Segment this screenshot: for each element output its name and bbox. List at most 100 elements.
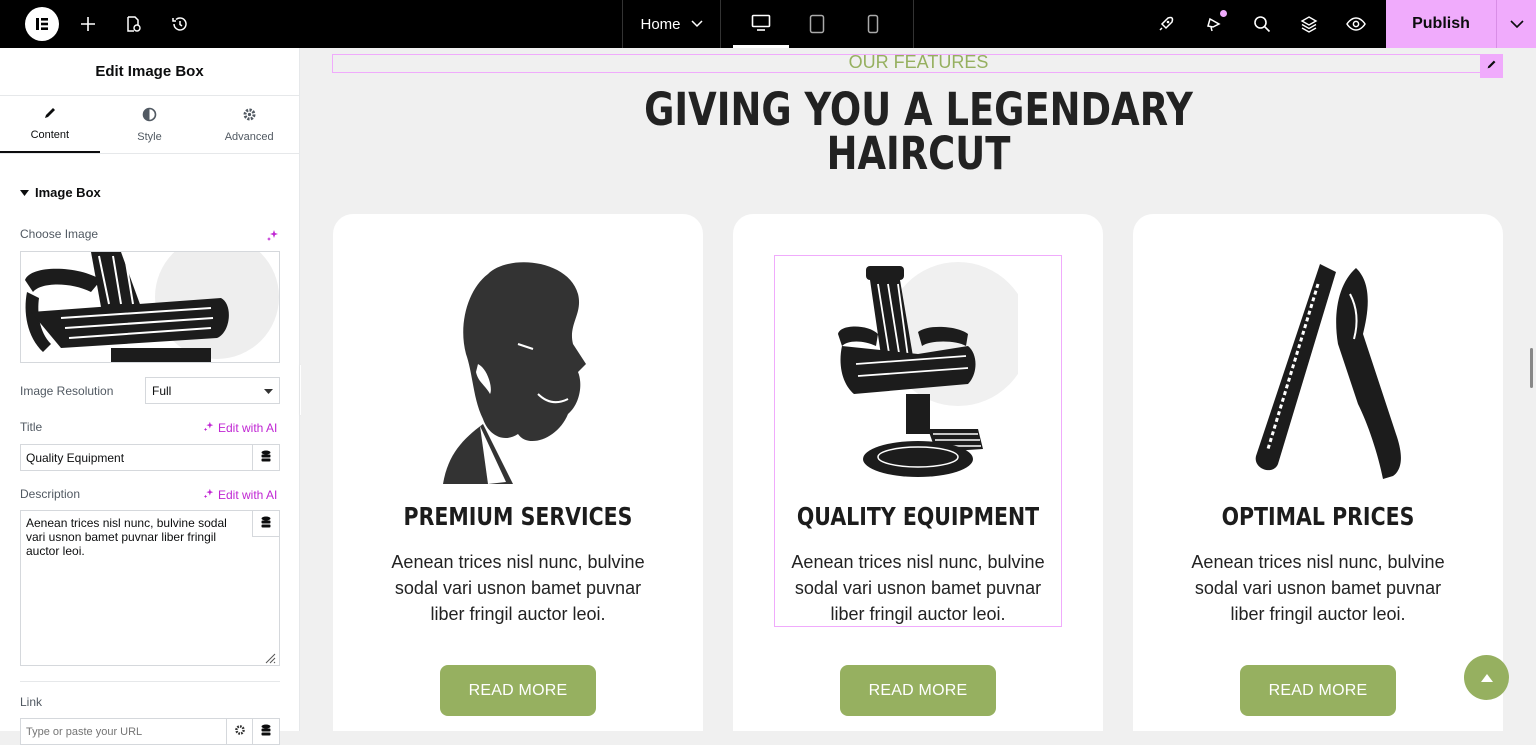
link-label: Link [20,695,43,709]
section-heading-line-1: GIVING YOU A LEGENDARY [644,83,1193,136]
read-more-button[interactable]: READ MORE [1240,665,1396,716]
page-settings-button[interactable] [117,0,149,48]
image-resolution-select[interactable]: Full [145,377,280,404]
edit-widget-handle[interactable] [1480,54,1503,78]
card-description[interactable]: Aenean trices nisl nunc, bulvine sodal v… [1178,549,1458,627]
tab-content[interactable]: Content [0,96,100,153]
caret-down-icon [264,384,273,398]
read-more-button[interactable]: READ MORE [840,665,996,716]
pencil-icon [1486,57,1497,75]
link-options-button[interactable] [226,718,253,745]
edit-description-with-ai-button[interactable]: Edit with AI [203,487,277,502]
resize-handle-icon[interactable] [264,651,276,669]
edit-title-with-ai-button[interactable]: Edit with AI [203,420,277,435]
link-dynamic-tags-button[interactable] [252,718,280,745]
publish-button[interactable]: Publish [1386,0,1496,48]
add-icon [80,16,96,32]
site-settings-button[interactable] [1150,0,1182,48]
image-resolution-label: Image Resolution [20,384,114,398]
card-title[interactable]: PREMIUM SERVICES [366,502,669,531]
card-description[interactable]: Aenean trices nisl nunc, bulvine sodal v… [778,549,1058,627]
page-selector[interactable]: Home [623,0,720,48]
description-textarea[interactable]: Aenean trices nisl nunc, bulvine sodal v… [20,510,280,666]
layers-icon [1300,15,1318,33]
card-description[interactable]: Aenean trices nisl nunc, bulvine sodal v… [378,549,658,627]
title-input-value: Quality Equipment [26,450,125,465]
description-dynamic-tags-button[interactable] [252,511,279,537]
image-resolution-value: Full [152,383,172,398]
half-circle-icon [142,107,157,125]
rocket-icon [1157,15,1175,33]
add-element-button[interactable] [72,0,104,48]
title-input[interactable]: Quality Equipment [20,444,253,471]
section-title: Image Box [35,185,101,200]
image-preview[interactable] [20,251,280,363]
ai-sparkle-icon[interactable] [266,228,280,247]
card-title[interactable]: QUALITY EQUIPMENT [766,502,1069,531]
tab-style-label: Style [137,130,162,143]
tab-advanced-label: Advanced [224,130,274,143]
caret-up-icon [1480,669,1493,687]
edit-with-ai-label: Edit with AI [218,420,278,435]
choose-image-label: Choose Image [20,227,99,241]
bearded-man-icon [443,262,586,484]
desktop-icon [751,14,771,32]
tablet-icon [809,14,825,34]
preview-eye-icon [1346,17,1366,31]
caret-down-icon [20,185,29,200]
database-icon [261,724,271,739]
barber-chair-icon [838,262,1018,477]
ai-sparkle-icon [203,420,215,435]
straight-razor-icon [1255,264,1401,479]
page-selector-label: Home [640,15,681,33]
elementor-menu-button[interactable] [22,0,62,48]
search-icon [1253,15,1271,33]
desktop-view-button[interactable] [733,0,789,48]
page-canvas: OUR FEATURES GIVING YOU A LEGENDARY HAIR… [301,48,1536,731]
pencil-icon [43,106,57,123]
search-button[interactable] [1246,0,1278,48]
feature-card: OPTIMAL PRICES Aenean trices nisl nunc, … [1133,214,1503,731]
chevron-down-icon [1509,15,1524,33]
description-label: Description [20,487,81,501]
read-more-button[interactable]: READ MORE [440,665,596,716]
editor-panel: Edit Image Box Content Style Advanced Im… [0,48,300,745]
eyebrow-heading[interactable]: OUR FEATURES [301,52,1536,73]
edit-with-ai-label: Edit with AI [218,487,278,502]
panel-title: Edit Image Box [0,48,299,96]
structure-button[interactable] [1293,0,1325,48]
ai-sparkle-icon [203,487,215,502]
card-title[interactable]: OPTIMAL PRICES [1166,502,1469,531]
section-toggle-image-box[interactable]: Image Box [20,185,101,200]
editor-topbar: Home Publish [0,0,1536,48]
title-label: Title [20,420,43,434]
page-settings-icon [124,15,142,33]
database-icon [261,516,271,531]
canvas-scrollbar-thumb[interactable] [1530,348,1533,388]
publish-options-button[interactable] [1496,0,1536,48]
barber-chair-thumbnail-icon [25,252,279,362]
mobile-view-button[interactable] [845,0,901,48]
title-dynamic-tags-button[interactable] [252,444,280,471]
gear-icon [234,724,246,739]
notifications-icon [1205,10,1227,33]
mobile-icon [867,14,879,34]
history-button[interactable] [164,0,196,48]
history-icon [171,15,189,33]
scroll-to-top-button[interactable] [1464,655,1509,700]
preview-button[interactable] [1340,0,1372,48]
section-heading-line-2: HAIRCUT [826,127,1011,180]
tab-content-label: Content [30,129,70,141]
panel-tabs: Content Style Advanced [0,96,299,154]
feature-card: QUALITY EQUIPMENT Aenean trices nisl nun… [733,214,1103,731]
tab-style[interactable]: Style [100,96,200,153]
description-value: Aenean trices nisl nunc, bulvine sodal v… [26,516,227,558]
notifications-button[interactable] [1198,0,1230,48]
tab-advanced[interactable]: Advanced [199,96,299,153]
link-input[interactable] [20,718,227,745]
tablet-view-button[interactable] [789,0,845,48]
database-icon [261,450,271,465]
section-heading[interactable]: GIVING YOU A LEGENDARY HAIRCUT [412,83,1425,180]
elementor-logo-icon [25,7,59,41]
notification-dot [1220,10,1227,17]
